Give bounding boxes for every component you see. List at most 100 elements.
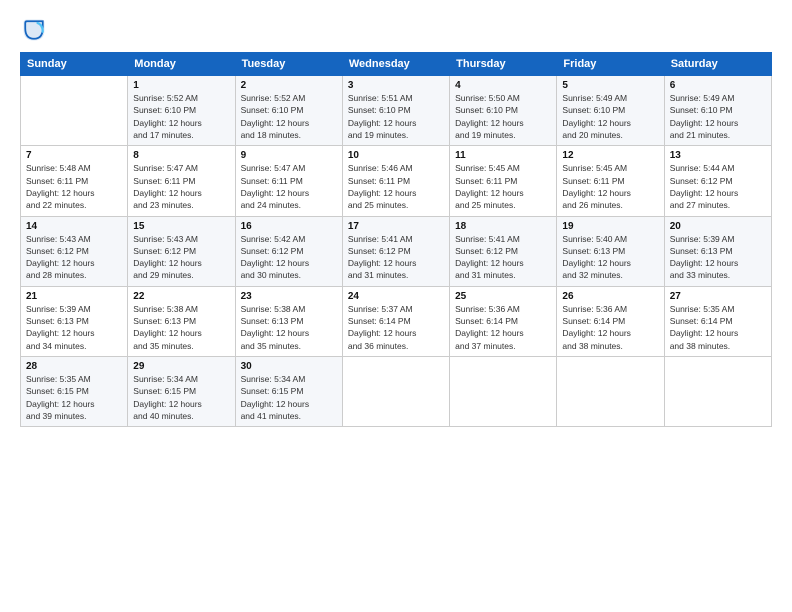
calendar-week-row: 7Sunrise: 5:48 AM Sunset: 6:11 PM Daylig… — [21, 146, 772, 216]
calendar-table: SundayMondayTuesdayWednesdayThursdayFrid… — [20, 52, 772, 427]
day-number: 20 — [670, 221, 766, 232]
day-info: Sunrise: 5:48 AM Sunset: 6:11 PM Dayligh… — [26, 162, 122, 211]
day-number: 13 — [670, 150, 766, 161]
day-number: 27 — [670, 291, 766, 302]
calendar-cell — [21, 76, 128, 146]
calendar-cell: 1Sunrise: 5:52 AM Sunset: 6:10 PM Daylig… — [128, 76, 235, 146]
calendar-cell — [664, 357, 771, 427]
day-info: Sunrise: 5:47 AM Sunset: 6:11 PM Dayligh… — [133, 162, 229, 211]
day-info: Sunrise: 5:41 AM Sunset: 6:12 PM Dayligh… — [455, 233, 551, 282]
day-number: 19 — [562, 221, 658, 232]
day-number: 1 — [133, 80, 229, 91]
calendar-cell: 26Sunrise: 5:36 AM Sunset: 6:14 PM Dayli… — [557, 286, 664, 356]
day-info: Sunrise: 5:34 AM Sunset: 6:15 PM Dayligh… — [133, 373, 229, 422]
calendar-cell: 19Sunrise: 5:40 AM Sunset: 6:13 PM Dayli… — [557, 216, 664, 286]
day-number: 12 — [562, 150, 658, 161]
day-number: 23 — [241, 291, 337, 302]
calendar-cell: 17Sunrise: 5:41 AM Sunset: 6:12 PM Dayli… — [342, 216, 449, 286]
day-info: Sunrise: 5:49 AM Sunset: 6:10 PM Dayligh… — [562, 92, 658, 141]
header-row: SundayMondayTuesdayWednesdayThursdayFrid… — [21, 53, 772, 76]
day-info: Sunrise: 5:45 AM Sunset: 6:11 PM Dayligh… — [562, 162, 658, 211]
day-number: 24 — [348, 291, 444, 302]
day-number: 16 — [241, 221, 337, 232]
calendar-cell — [450, 357, 557, 427]
calendar-cell: 11Sunrise: 5:45 AM Sunset: 6:11 PM Dayli… — [450, 146, 557, 216]
day-number: 17 — [348, 221, 444, 232]
weekday-header: Sunday — [21, 53, 128, 76]
calendar-cell: 22Sunrise: 5:38 AM Sunset: 6:13 PM Dayli… — [128, 286, 235, 356]
weekday-header: Friday — [557, 53, 664, 76]
calendar-cell: 14Sunrise: 5:43 AM Sunset: 6:12 PM Dayli… — [21, 216, 128, 286]
calendar-cell: 13Sunrise: 5:44 AM Sunset: 6:12 PM Dayli… — [664, 146, 771, 216]
calendar-cell — [557, 357, 664, 427]
calendar-cell: 6Sunrise: 5:49 AM Sunset: 6:10 PM Daylig… — [664, 76, 771, 146]
calendar-cell: 7Sunrise: 5:48 AM Sunset: 6:11 PM Daylig… — [21, 146, 128, 216]
day-number: 6 — [670, 80, 766, 91]
weekday-header: Monday — [128, 53, 235, 76]
calendar-cell: 2Sunrise: 5:52 AM Sunset: 6:10 PM Daylig… — [235, 76, 342, 146]
day-info: Sunrise: 5:38 AM Sunset: 6:13 PM Dayligh… — [241, 303, 337, 352]
day-number: 29 — [133, 361, 229, 372]
day-info: Sunrise: 5:52 AM Sunset: 6:10 PM Dayligh… — [133, 92, 229, 141]
calendar-week-row: 28Sunrise: 5:35 AM Sunset: 6:15 PM Dayli… — [21, 357, 772, 427]
day-info: Sunrise: 5:49 AM Sunset: 6:10 PM Dayligh… — [670, 92, 766, 141]
day-info: Sunrise: 5:43 AM Sunset: 6:12 PM Dayligh… — [26, 233, 122, 282]
calendar-cell: 29Sunrise: 5:34 AM Sunset: 6:15 PM Dayli… — [128, 357, 235, 427]
day-info: Sunrise: 5:50 AM Sunset: 6:10 PM Dayligh… — [455, 92, 551, 141]
day-info: Sunrise: 5:36 AM Sunset: 6:14 PM Dayligh… — [455, 303, 551, 352]
day-number: 3 — [348, 80, 444, 91]
day-info: Sunrise: 5:39 AM Sunset: 6:13 PM Dayligh… — [26, 303, 122, 352]
day-info: Sunrise: 5:39 AM Sunset: 6:13 PM Dayligh… — [670, 233, 766, 282]
day-number: 26 — [562, 291, 658, 302]
day-number: 28 — [26, 361, 122, 372]
day-number: 2 — [241, 80, 337, 91]
calendar-week-row: 14Sunrise: 5:43 AM Sunset: 6:12 PM Dayli… — [21, 216, 772, 286]
calendar-week-row: 1Sunrise: 5:52 AM Sunset: 6:10 PM Daylig… — [21, 76, 772, 146]
page: SundayMondayTuesdayWednesdayThursdayFrid… — [0, 0, 792, 612]
day-number: 18 — [455, 221, 551, 232]
calendar-cell: 30Sunrise: 5:34 AM Sunset: 6:15 PM Dayli… — [235, 357, 342, 427]
day-number: 11 — [455, 150, 551, 161]
calendar-cell: 28Sunrise: 5:35 AM Sunset: 6:15 PM Dayli… — [21, 357, 128, 427]
header — [20, 16, 772, 44]
calendar-cell: 18Sunrise: 5:41 AM Sunset: 6:12 PM Dayli… — [450, 216, 557, 286]
day-info: Sunrise: 5:43 AM Sunset: 6:12 PM Dayligh… — [133, 233, 229, 282]
weekday-header: Tuesday — [235, 53, 342, 76]
day-number: 15 — [133, 221, 229, 232]
day-info: Sunrise: 5:47 AM Sunset: 6:11 PM Dayligh… — [241, 162, 337, 211]
calendar-cell: 16Sunrise: 5:42 AM Sunset: 6:12 PM Dayli… — [235, 216, 342, 286]
calendar-week-row: 21Sunrise: 5:39 AM Sunset: 6:13 PM Dayli… — [21, 286, 772, 356]
calendar-cell: 20Sunrise: 5:39 AM Sunset: 6:13 PM Dayli… — [664, 216, 771, 286]
day-info: Sunrise: 5:40 AM Sunset: 6:13 PM Dayligh… — [562, 233, 658, 282]
calendar-cell: 9Sunrise: 5:47 AM Sunset: 6:11 PM Daylig… — [235, 146, 342, 216]
day-info: Sunrise: 5:36 AM Sunset: 6:14 PM Dayligh… — [562, 303, 658, 352]
day-info: Sunrise: 5:42 AM Sunset: 6:12 PM Dayligh… — [241, 233, 337, 282]
calendar-cell: 24Sunrise: 5:37 AM Sunset: 6:14 PM Dayli… — [342, 286, 449, 356]
calendar-cell: 21Sunrise: 5:39 AM Sunset: 6:13 PM Dayli… — [21, 286, 128, 356]
day-number: 30 — [241, 361, 337, 372]
day-number: 21 — [26, 291, 122, 302]
day-info: Sunrise: 5:35 AM Sunset: 6:15 PM Dayligh… — [26, 373, 122, 422]
day-info: Sunrise: 5:51 AM Sunset: 6:10 PM Dayligh… — [348, 92, 444, 141]
day-info: Sunrise: 5:52 AM Sunset: 6:10 PM Dayligh… — [241, 92, 337, 141]
calendar-cell: 15Sunrise: 5:43 AM Sunset: 6:12 PM Dayli… — [128, 216, 235, 286]
calendar-cell: 25Sunrise: 5:36 AM Sunset: 6:14 PM Dayli… — [450, 286, 557, 356]
calendar-cell: 4Sunrise: 5:50 AM Sunset: 6:10 PM Daylig… — [450, 76, 557, 146]
weekday-header: Saturday — [664, 53, 771, 76]
day-info: Sunrise: 5:46 AM Sunset: 6:11 PM Dayligh… — [348, 162, 444, 211]
day-info: Sunrise: 5:41 AM Sunset: 6:12 PM Dayligh… — [348, 233, 444, 282]
weekday-header: Wednesday — [342, 53, 449, 76]
calendar-cell: 12Sunrise: 5:45 AM Sunset: 6:11 PM Dayli… — [557, 146, 664, 216]
day-info: Sunrise: 5:34 AM Sunset: 6:15 PM Dayligh… — [241, 373, 337, 422]
day-info: Sunrise: 5:37 AM Sunset: 6:14 PM Dayligh… — [348, 303, 444, 352]
day-number: 4 — [455, 80, 551, 91]
calendar-cell: 27Sunrise: 5:35 AM Sunset: 6:14 PM Dayli… — [664, 286, 771, 356]
day-number: 5 — [562, 80, 658, 91]
day-info: Sunrise: 5:45 AM Sunset: 6:11 PM Dayligh… — [455, 162, 551, 211]
day-number: 25 — [455, 291, 551, 302]
day-number: 8 — [133, 150, 229, 161]
weekday-header: Thursday — [450, 53, 557, 76]
calendar-cell: 23Sunrise: 5:38 AM Sunset: 6:13 PM Dayli… — [235, 286, 342, 356]
day-number: 14 — [26, 221, 122, 232]
day-info: Sunrise: 5:44 AM Sunset: 6:12 PM Dayligh… — [670, 162, 766, 211]
